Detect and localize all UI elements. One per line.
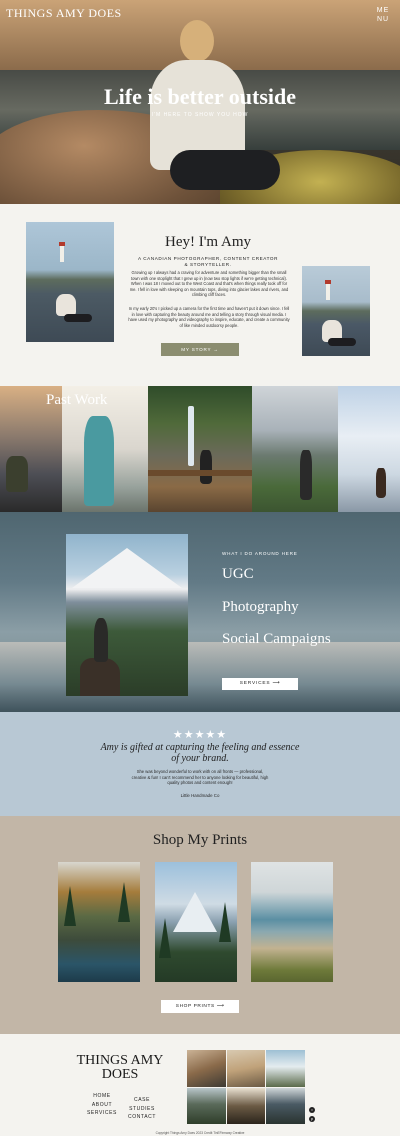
menu-label-top: ME	[376, 7, 390, 14]
services-section: WHAT I DO AROUND HERE UGC Photography So…	[0, 512, 400, 712]
menu-button[interactable]: ME NU	[376, 6, 390, 24]
past-work-section: Past Work	[0, 386, 400, 512]
testimonial-body: She was beyond wonderful to work with on…	[131, 769, 269, 786]
about-section: Hey! I'm Amy A CANADIAN PHOTOGRAPHER, CO…	[0, 204, 400, 386]
service-ugc: UGC	[222, 566, 254, 582]
service-photography: Photography	[222, 599, 299, 615]
footer-grid-photo[interactable]	[226, 1087, 266, 1124]
copyright-text: Copyright Things Amy Does 2023 Credit Ti…	[155, 1131, 245, 1135]
services-kicker: WHAT I DO AROUND HERE	[222, 551, 298, 556]
footer-link-about[interactable]: ABOUT	[86, 1101, 118, 1110]
print-card[interactable]	[251, 862, 333, 982]
prints-title: Shop My Prints	[152, 832, 248, 848]
star-rating: ★★★★★	[172, 729, 228, 741]
past-work-photo[interactable]	[252, 386, 338, 512]
hero-photo-subject	[140, 20, 280, 200]
footer-link-home[interactable]: HOME	[86, 1092, 118, 1101]
prints-section: Shop My Prints SHOP PRINTS ⟶	[0, 816, 400, 1034]
about-role: A CANADIAN PHOTOGRAPHER, CONTENT CREATOR…	[137, 256, 279, 267]
services-button[interactable]: SERVICES ⟶	[222, 678, 298, 690]
footer-grid-photo[interactable]	[266, 1087, 305, 1124]
instagram-icon[interactable]: ○	[309, 1107, 315, 1113]
about-paragraph-2: In my early 20's I picked up a camera fo…	[128, 306, 290, 328]
print-card[interactable]	[155, 862, 237, 982]
footer-instagram-grid	[187, 1050, 305, 1124]
past-work-title: Past Work	[46, 392, 108, 408]
past-work-photo[interactable]	[338, 386, 400, 512]
hero-title: Life is better outside	[103, 84, 297, 109]
testimonial-source: Little Handmade Co	[180, 793, 220, 798]
hero-subtitle: I'M HERE TO SHOW YOU HOW	[151, 112, 249, 118]
footer-links-primary: HOME ABOUT SERVICES	[86, 1092, 118, 1118]
footer: THINGS AMY DOES HOME ABOUT SERVICES CASE…	[0, 1034, 400, 1136]
my-story-button[interactable]: MY STORY →	[161, 343, 239, 356]
footer-grid-photo[interactable]	[187, 1050, 226, 1087]
footer-link-case-studies[interactable]: CASE STUDIES	[122, 1096, 162, 1113]
services-photo	[66, 534, 188, 696]
service-social-campaigns: Social Campaigns	[222, 631, 331, 647]
footer-grid-photo[interactable]	[226, 1050, 266, 1087]
footer-grid-photo[interactable]	[266, 1050, 305, 1087]
shop-prints-button[interactable]: SHOP PRINTS ⟶	[161, 1000, 239, 1013]
about-heading: Hey! I'm Amy	[164, 234, 252, 250]
services-background	[0, 642, 400, 712]
footer-link-contact[interactable]: CONTACT	[122, 1113, 162, 1122]
print-card[interactable]	[58, 862, 140, 982]
hero-section: THINGS AMY DOES ME NU Life is better out…	[0, 0, 400, 204]
pinterest-icon[interactable]: p	[309, 1116, 315, 1122]
testimonial-section: ★★★★★ Amy is gifted at capturing the fee…	[0, 712, 400, 816]
footer-links-secondary: CASE STUDIES CONTACT	[122, 1096, 162, 1122]
menu-label-bottom: NU	[376, 16, 390, 23]
footer-logo[interactable]: THINGS AMY DOES	[70, 1054, 170, 1082]
about-paragraph-1: Growing up I always had a craving for ad…	[129, 270, 289, 298]
about-photo-right	[302, 266, 370, 356]
footer-link-services[interactable]: SERVICES	[86, 1109, 118, 1118]
site-logo[interactable]: THINGS AMY DOES	[6, 6, 122, 21]
testimonial-quote: Amy is gifted at capturing the feeling a…	[100, 742, 300, 764]
footer-grid-photo[interactable]	[187, 1087, 226, 1124]
about-photo-left	[26, 222, 114, 342]
past-work-photo[interactable]	[148, 386, 252, 512]
